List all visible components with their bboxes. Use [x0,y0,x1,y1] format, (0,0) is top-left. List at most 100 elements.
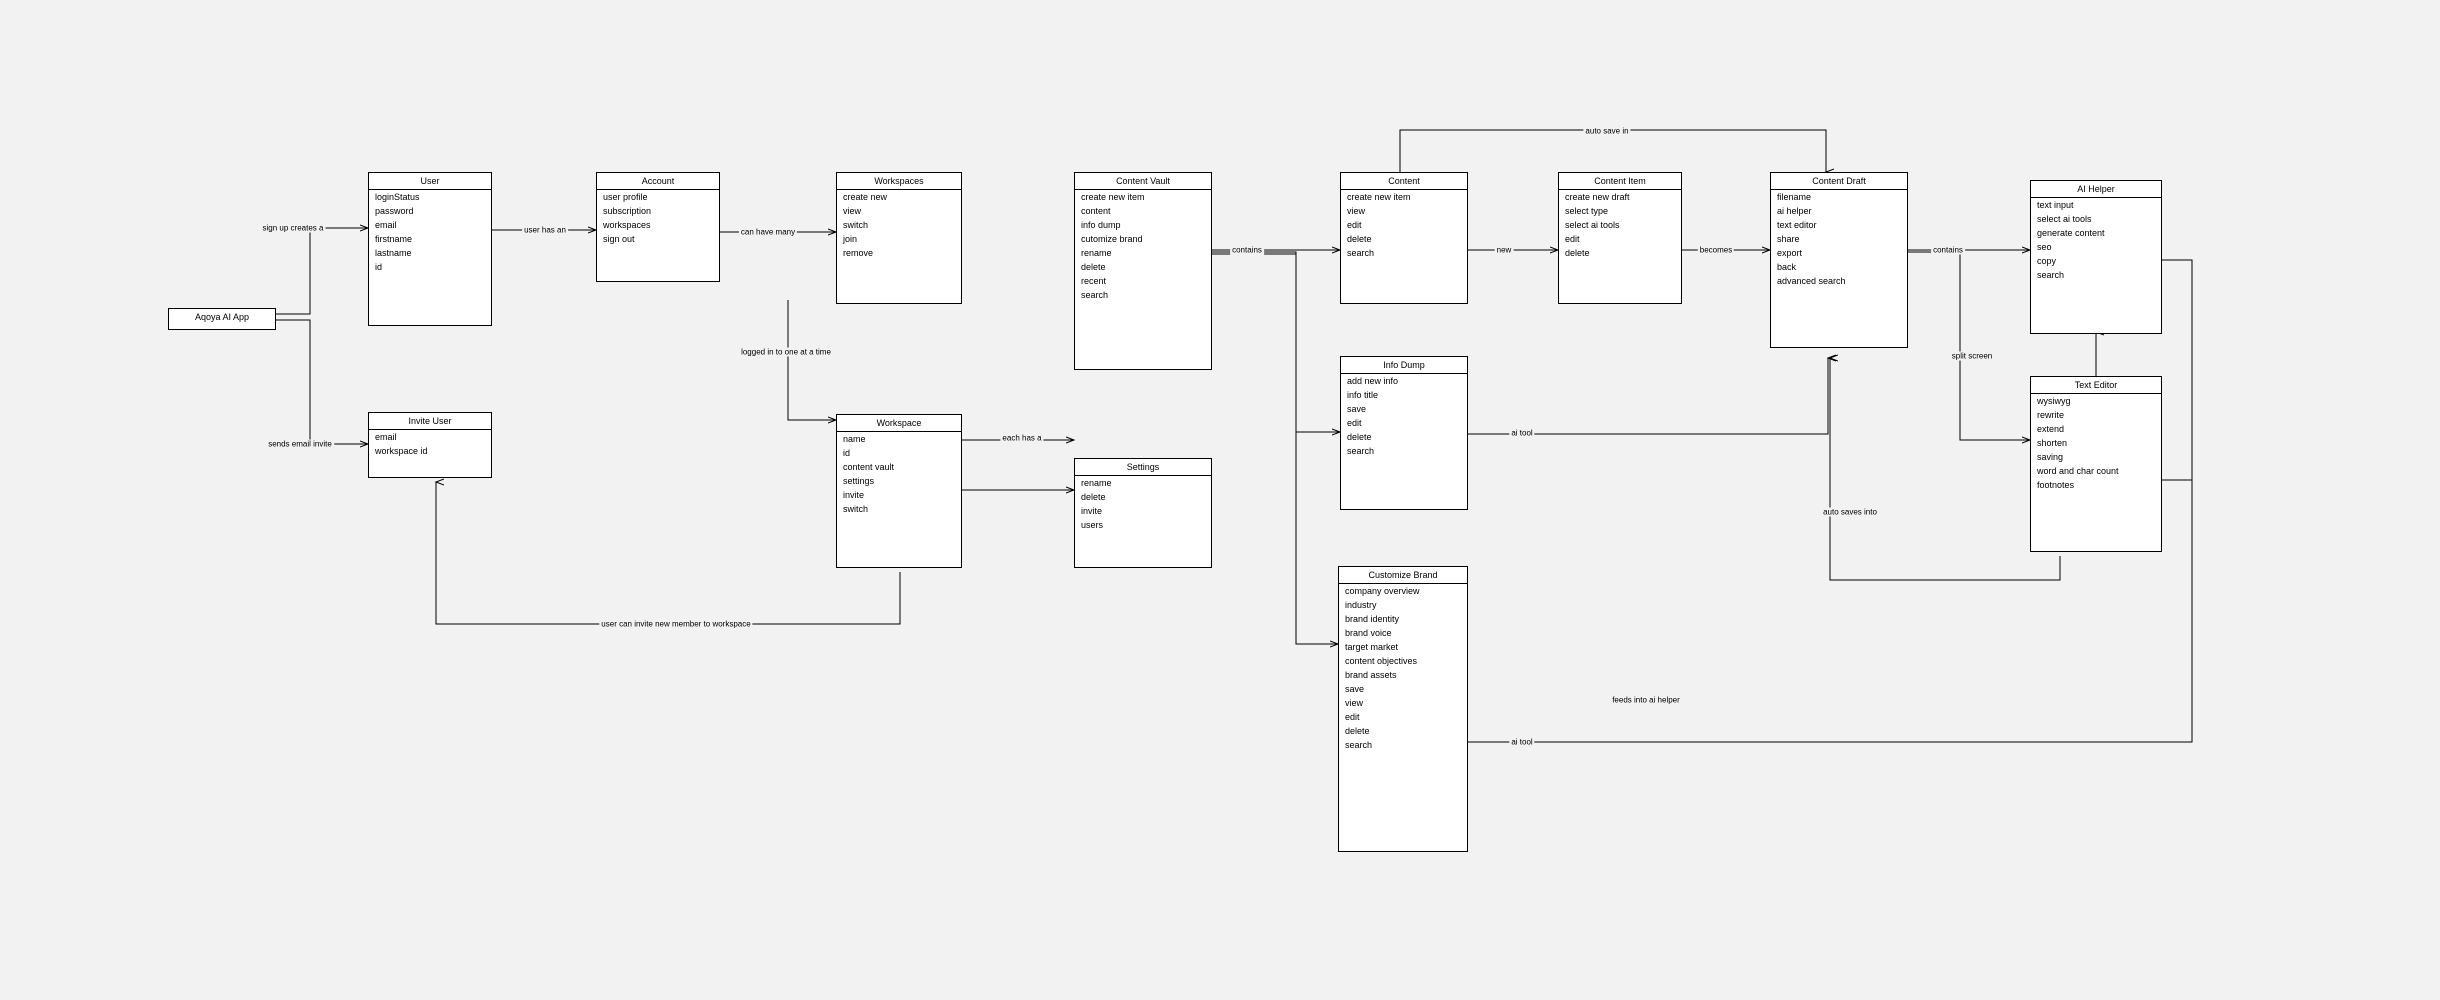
entity-account: Accountuser profilesubscriptionworkspace… [596,172,720,282]
entity-attr: cutomize brand [1075,232,1211,246]
entity-user: UserloginStatuspasswordemailfirstnamelas… [368,172,492,326]
entity-aihelper: AI Helpertext inputselect ai toolsgenera… [2030,180,2162,334]
entity-settings: Settingsrenamedeleteinviteusers [1074,458,1212,568]
entity-attr: search [1075,288,1211,302]
entity-attr: create new [837,190,961,204]
entity-title: Customize Brand [1339,567,1467,584]
entity-attr: remove [837,246,961,260]
entity-title: Content Item [1559,173,1681,190]
edge-label: sign up creates a [261,224,326,233]
entity-workspaces: Workspacescreate newviewswitchjoinremove [836,172,962,304]
entity-attr: recent [1075,274,1211,288]
entity-attr: copy [2031,254,2161,268]
entity-attr: name [837,432,961,446]
entity-attr: select ai tools [1559,218,1681,232]
edge-label: logged in to one at a time [739,348,833,357]
entity-attr: content vault [837,460,961,474]
entity-attr: sign out [597,232,719,246]
edge [1830,358,2060,580]
entity-attr: save [1339,682,1467,696]
edge-label: becomes [1698,246,1734,255]
entity-attr: switch [837,502,961,516]
entity-attr: lastname [369,246,491,260]
entity-attr: select ai tools [2031,212,2161,226]
entity-attr: firstname [369,232,491,246]
entity-attr: email [369,430,491,444]
entity-attr: save [1341,402,1467,416]
entity-attr: settings [837,474,961,488]
entity-attr: filename [1771,190,1907,204]
entity-attr: content [1075,204,1211,218]
entity-attr: subscription [597,204,719,218]
edge-label: feeds into ai helper [1610,696,1682,705]
edge-label: sends email invite [266,440,334,449]
entity-content: Contentcreate new itemvieweditdeletesear… [1340,172,1468,304]
entity-attr: saving [2031,450,2161,464]
edge-label: ai tool [1509,429,1534,438]
entity-attr: brand identity [1339,612,1467,626]
entity-attr: search [1339,738,1467,752]
edge-label: can have many [739,228,797,237]
edge-label: user can invite new member to workspace [599,620,752,629]
entity-title: Account [597,173,719,190]
entity-attr: add new info [1341,374,1467,388]
entity-attr: view [1339,696,1467,710]
entity-attr: join [837,232,961,246]
entity-attr: rewrite [2031,408,2161,422]
entity-attr: search [1341,246,1467,260]
entity-attr: footnotes [2031,478,2161,492]
edge [788,300,836,420]
entity-title: AI Helper [2031,181,2161,198]
entity-attr: invite [1075,504,1211,518]
entity-attr: delete [1339,724,1467,738]
entity-attr: info dump [1075,218,1211,232]
entity-attr: text editor [1771,218,1907,232]
entity-attr: password [369,204,491,218]
entity-attr: view [1341,204,1467,218]
edge-label: user has an [522,226,568,235]
entity-title: User [369,173,491,190]
edge-label: each has a [1000,434,1043,443]
entity-title: Settings [1075,459,1211,476]
edge-label: ai tool [1509,738,1534,747]
diagram-canvas: Aqoya AI App UserloginStatuspasswordemail… [0,0,2440,1000]
entity-attr: ai helper [1771,204,1907,218]
edge-label: new [1495,246,1514,255]
edge-label: split screen [1950,352,1994,361]
edge [1908,252,2030,440]
entity-attr: text input [2031,198,2161,212]
entity-attr: workspace id [369,444,491,458]
entity-title: Aqoya AI App [169,309,275,325]
entity-attr: share [1771,232,1907,246]
entity-title: Content [1341,173,1467,190]
entity-attr: search [2031,268,2161,282]
entity-title: Content Draft [1771,173,1907,190]
entity-brand: Customize Brandcompany overviewindustryb… [1338,566,1468,852]
edge [1212,254,1338,644]
entity-workspace: Workspacenameidcontent vaultsettingsinvi… [836,414,962,568]
entity-attr: search [1341,444,1467,458]
entity-invite: Invite Useremailworkspace id [368,412,492,478]
entity-attr: users [1075,518,1211,532]
edge-label: contains [1230,246,1264,255]
entity-attr: extend [2031,422,2161,436]
entity-app: Aqoya AI App [168,308,276,330]
edge [276,320,368,444]
entity-attr: id [369,260,491,274]
entity-attr: company overview [1339,584,1467,598]
entity-title: Info Dump [1341,357,1467,374]
entity-attr: content objectives [1339,654,1467,668]
entity-draft: Content Draftfilenameai helpertext edito… [1770,172,1908,348]
edge-label: auto save in [1583,127,1630,136]
entity-attr: edit [1341,218,1467,232]
entity-attr: industry [1339,598,1467,612]
entity-attr: edit [1559,232,1681,246]
edge [2162,260,2192,480]
entity-attr: rename [1075,476,1211,490]
entity-attr: create new item [1075,190,1211,204]
entity-vault: Content Vaultcreate new itemcontentinfo … [1074,172,1212,370]
entity-attr: delete [1341,232,1467,246]
entity-attr: delete [1075,260,1211,274]
entity-title: Content Vault [1075,173,1211,190]
entity-attr: wysiwyg [2031,394,2161,408]
